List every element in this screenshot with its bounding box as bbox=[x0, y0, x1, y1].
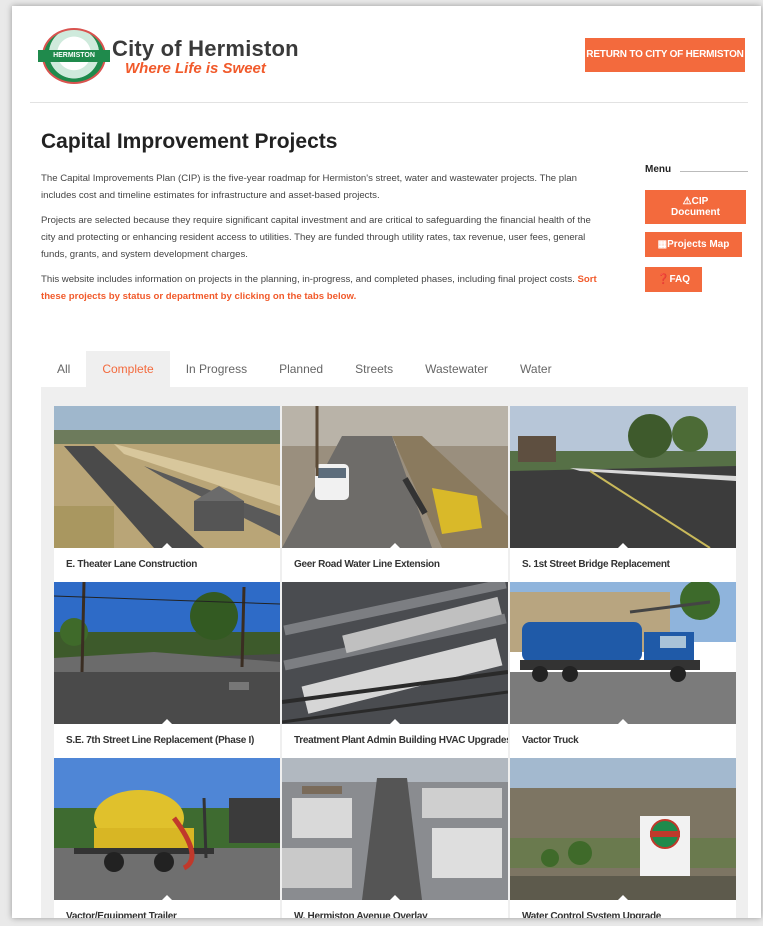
question-circle-icon: ❓ bbox=[656, 274, 670, 285]
cip-document-button[interactable]: ⚠CIP Document bbox=[645, 190, 746, 224]
project-title: Treatment Plant Admin Building HVAC Upgr… bbox=[294, 735, 508, 746]
cip-label-line1: CIP bbox=[691, 196, 709, 207]
page-title: Capital Improvement Projects bbox=[41, 130, 338, 153]
intro-paragraph-3: This website includes information on pro… bbox=[41, 271, 601, 305]
page-frame: HERMISTON City of Hermiston Where Life i… bbox=[12, 6, 761, 918]
map-icon: ▦ bbox=[657, 239, 668, 250]
projects-map-button[interactable]: ▦Projects Map bbox=[645, 232, 742, 257]
project-title: Vactor/Equipment Trailer bbox=[66, 911, 177, 918]
menu-title: Menu bbox=[645, 164, 672, 175]
tab-streets[interactable]: Streets bbox=[339, 351, 409, 387]
faq-label: FAQ bbox=[669, 274, 690, 285]
project-card[interactable]: Vactor Truck bbox=[510, 582, 736, 758]
logo-band: HERMISTON bbox=[38, 50, 110, 62]
tab-in-progress[interactable]: In Progress bbox=[170, 351, 263, 387]
project-tabs: All Complete In Progress Planned Streets… bbox=[41, 351, 568, 387]
intro-paragraph-3-text: This website includes information on pro… bbox=[41, 274, 575, 285]
return-to-city-button[interactable]: RETURN TO CITY OF HERMISTON bbox=[585, 38, 745, 72]
project-photo-aerial-road bbox=[54, 406, 280, 548]
faq-button[interactable]: ❓FAQ bbox=[645, 267, 702, 292]
warning-triangle-icon: ⚠ bbox=[682, 196, 692, 207]
project-photo-water-line bbox=[282, 406, 508, 548]
project-photo-water-tower bbox=[510, 758, 736, 900]
project-photo-street bbox=[54, 582, 280, 724]
project-card[interactable]: Water Control System Upgrade bbox=[510, 758, 736, 918]
project-title: E. Theater Lane Construction bbox=[66, 559, 198, 570]
project-card[interactable]: Treatment Plant Admin Building HVAC Upgr… bbox=[282, 582, 508, 758]
project-photo-aerial-avenue bbox=[282, 758, 508, 900]
projects-map-label: Projects Map bbox=[667, 239, 730, 250]
project-title: Geer Road Water Line Extension bbox=[294, 559, 440, 570]
project-title: Water Control System Upgrade bbox=[522, 911, 662, 918]
tab-all[interactable]: All bbox=[41, 351, 86, 387]
intro-paragraph-1: The Capital Improvements Plan (CIP) is t… bbox=[41, 173, 577, 201]
project-title: Vactor Truck bbox=[522, 735, 579, 746]
tab-wastewater[interactable]: Wastewater bbox=[409, 351, 504, 387]
project-card[interactable]: S.E. 7th Street Line Replacement (Phase … bbox=[54, 582, 280, 758]
tab-water[interactable]: Water bbox=[504, 351, 568, 387]
project-photo-bridge-road bbox=[510, 406, 736, 548]
tab-planned[interactable]: Planned bbox=[263, 351, 339, 387]
intro-paragraph-2: Projects are selected because they requi… bbox=[41, 215, 591, 260]
project-card[interactable]: Vactor/Equipment Trailer bbox=[54, 758, 280, 918]
project-photo-hvac-ducts bbox=[282, 582, 508, 724]
cip-label-line2: Document bbox=[671, 207, 720, 218]
project-card[interactable]: S. 1st Street Bridge Replacement bbox=[510, 406, 736, 582]
project-card[interactable]: E. Theater Lane Construction bbox=[54, 406, 280, 582]
project-photo-equipment-trailer bbox=[54, 758, 280, 900]
project-card[interactable]: W. Hermiston Avenue Overlay bbox=[282, 758, 508, 918]
project-grid: E. Theater Lane Construction Geer Road W… bbox=[41, 387, 748, 918]
project-title: S. 1st Street Bridge Replacement bbox=[522, 559, 670, 570]
project-title: S.E. 7th Street Line Replacement (Phase … bbox=[66, 735, 255, 746]
site-header: HERMISTON City of Hermiston Where Life i… bbox=[12, 6, 761, 102]
logo-title[interactable]: City of Hermiston bbox=[112, 36, 299, 62]
intro-text: The Capital Improvements Plan (CIP) is t… bbox=[41, 170, 601, 313]
logo-tagline: Where Life is Sweet bbox=[125, 60, 266, 77]
header-divider bbox=[30, 102, 748, 103]
project-photo-vactor-truck bbox=[510, 582, 736, 724]
menu-divider bbox=[680, 171, 748, 172]
project-card[interactable]: Geer Road Water Line Extension bbox=[282, 406, 508, 582]
project-title: W. Hermiston Avenue Overlay bbox=[294, 911, 428, 918]
tab-complete[interactable]: Complete bbox=[86, 351, 170, 387]
